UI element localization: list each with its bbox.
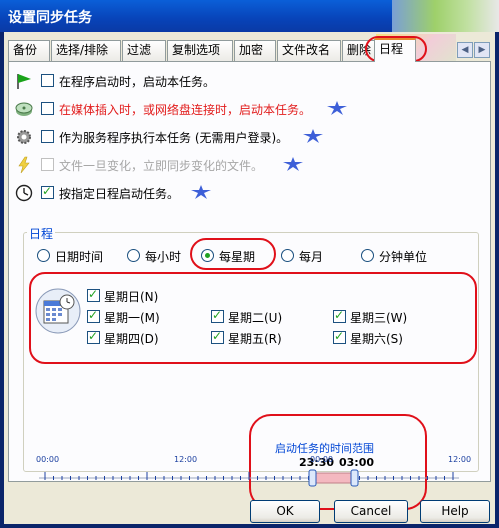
cancel-button[interactable]: Cancel <box>334 500 408 523</box>
tab-rename[interactable]: 文件改名 <box>277 40 341 61</box>
trigger-checkbox <box>41 158 54 171</box>
star-icon <box>327 101 347 115</box>
tick-label: 12:00 <box>174 455 198 464</box>
day-label: 星期二(U) <box>228 311 283 325</box>
tab-filter[interactable]: 过滤 <box>122 40 166 61</box>
tab-label: 日程 <box>379 42 404 56</box>
tab-schedule[interactable]: 日程 <box>374 38 416 62</box>
calendar-icon <box>35 288 81 334</box>
time-range-title: 启动任务的时间范围 <box>275 442 374 455</box>
day-label: 星期五(R) <box>228 332 282 346</box>
gear-icon <box>17 130 31 144</box>
day-label: 星期三(W) <box>350 311 408 325</box>
trigger-checkbox[interactable] <box>41 102 54 115</box>
tick-label: 12:00 <box>448 455 472 464</box>
schedule-panel: 在程序启动时，启动本任务。 在媒体插入时，或网络盘连接时，启动本任务。 作为服务… <box>8 61 491 510</box>
trigger-label: 文件一旦变化，立即同步变化的文件。 <box>59 159 264 173</box>
trigger-checkbox[interactable] <box>41 130 54 143</box>
window-title: 设置同步任务 <box>8 10 92 26</box>
star-icon <box>191 185 211 199</box>
dialog-window: 设置同步任务 备份 选择/排除 过滤 复制选项 加密 文件改名 删除 日程 ◀ … <box>0 0 499 528</box>
radio-label: 每小时 <box>145 250 182 264</box>
time-slider[interactable] <box>39 468 459 488</box>
annotation-circle <box>190 238 276 270</box>
radio-label: 分钟单位 <box>379 250 428 264</box>
day-label: 星期六(S) <box>350 332 403 346</box>
trigger-checkbox[interactable] <box>41 184 54 199</box>
star-icon <box>303 129 323 143</box>
dialog-client: 备份 选择/排除 过滤 复制选项 加密 文件改名 删除 日程 ◀ ▶ 在程序启动… <box>4 32 495 524</box>
schedule-group-title: 日程 <box>27 225 56 242</box>
blurred-region <box>392 0 499 32</box>
drive-icon <box>15 102 33 116</box>
trigger-label: 在程序启动时，启动本任务。 <box>59 75 216 89</box>
day-label: 星期日(N) <box>104 290 159 304</box>
tick-label: 00:00 <box>36 455 60 464</box>
clock-icon <box>15 184 33 202</box>
annotation-circle <box>249 414 427 510</box>
radio-label: 每月 <box>299 250 324 264</box>
tab-label: 文件改名 <box>282 43 331 57</box>
tick-label: 00:00 <box>310 455 334 464</box>
tab-select-exclude[interactable]: 选择/排除 <box>51 40 121 61</box>
star-icon <box>283 157 303 171</box>
help-button[interactable]: Help <box>420 500 490 523</box>
ok-button[interactable]: OK <box>250 500 320 523</box>
tab-backup[interactable]: 备份 <box>8 40 50 61</box>
lightning-icon <box>18 156 30 174</box>
tab-scroll-left-button[interactable]: ◀ <box>457 42 473 58</box>
title-bar: 设置同步任务 <box>0 0 499 32</box>
tab-strip: 备份 选择/排除 过滤 复制选项 加密 文件改名 删除 日程 ◀ ▶ <box>8 34 495 78</box>
tab-label: 加密 <box>239 43 264 57</box>
tab-copy-options[interactable]: 复制选项 <box>167 40 233 61</box>
tab-label: 过滤 <box>127 43 152 57</box>
tab-label: 选择/排除 <box>56 43 109 57</box>
trigger-checkbox[interactable] <box>41 74 54 87</box>
trigger-label: 按指定日程启动任务。 <box>59 187 180 201</box>
trigger-label: 作为服务程序执行本任务 (无需用户登录)。 <box>59 131 289 145</box>
tab-encrypt[interactable]: 加密 <box>234 40 276 61</box>
tab-scroll-right-button[interactable]: ▶ <box>474 42 490 58</box>
tab-label: 备份 <box>13 43 38 57</box>
flag-icon <box>17 74 31 89</box>
radio-label: 日期时间 <box>55 250 104 264</box>
trigger-label: 在媒体插入时，或网络盘连接时，启动本任务。 <box>59 103 312 117</box>
day-label: 星期四(D) <box>104 332 159 346</box>
day-label: 星期一(M) <box>104 311 160 325</box>
tab-label: 复制选项 <box>172 43 221 57</box>
